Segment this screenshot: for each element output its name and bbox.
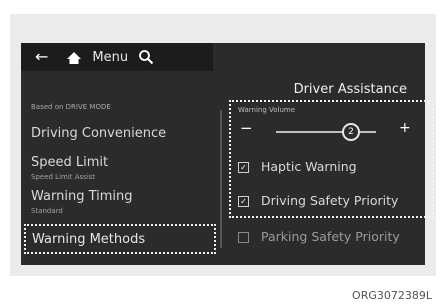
option-haptic-warning[interactable]: ✓ Haptic Warning — [238, 159, 357, 174]
option-parking-safety-priority[interactable]: Parking Safety Priority — [238, 229, 400, 244]
menu-button[interactable]: Menu — [92, 50, 128, 65]
menu-item-driving-convenience[interactable]: Driving Convenience — [31, 126, 166, 141]
top-bar: ← Menu — [21, 43, 213, 71]
mode-caption: Based on DRIVE MODE — [31, 103, 111, 111]
page-title: Driver Assistance — [293, 82, 407, 97]
menu-item-speed-limit[interactable]: Speed Limit Speed Limit Assist — [31, 156, 108, 184]
volume-slider-knob[interactable]: 2 — [342, 123, 360, 141]
menu-item-sublabel: Standard — [31, 207, 63, 215]
volume-slider-track[interactable] — [276, 131, 376, 133]
menu-item-label: Warning Timing — [31, 189, 133, 204]
checkbox-unchecked[interactable] — [238, 232, 249, 243]
checkbox-checked[interactable]: ✓ — [238, 162, 249, 173]
menu-item-label: Warning Methods — [32, 232, 146, 247]
option-label: Driving Safety Priority — [261, 193, 399, 208]
search-icon[interactable] — [138, 49, 154, 65]
menu-item-label: Speed Limit — [31, 155, 109, 170]
checkbox-checked[interactable]: ✓ — [238, 196, 249, 207]
option-label: Parking Safety Priority — [261, 229, 400, 244]
home-icon[interactable] — [66, 50, 82, 64]
panel-divider — [220, 110, 222, 248]
menu-item-warning-timing[interactable]: Warning Timing Standard — [31, 190, 133, 218]
warning-volume-label: Warning Volume — [238, 106, 296, 114]
menu-item-warning-methods[interactable]: Warning Methods — [24, 224, 216, 254]
volume-minus-button[interactable]: − — [240, 119, 253, 137]
menu-item-label: Driving Convenience — [31, 126, 167, 141]
figure-code: ORG3072389L — [352, 289, 432, 302]
option-label: Haptic Warning — [261, 159, 357, 174]
option-driving-safety-priority[interactable]: ✓ Driving Safety Priority — [238, 193, 398, 208]
arrow-left-icon[interactable]: ← — [35, 49, 48, 65]
volume-plus-button[interactable]: + — [399, 120, 411, 136]
menu-item-sublabel: Speed Limit Assist — [31, 173, 96, 181]
